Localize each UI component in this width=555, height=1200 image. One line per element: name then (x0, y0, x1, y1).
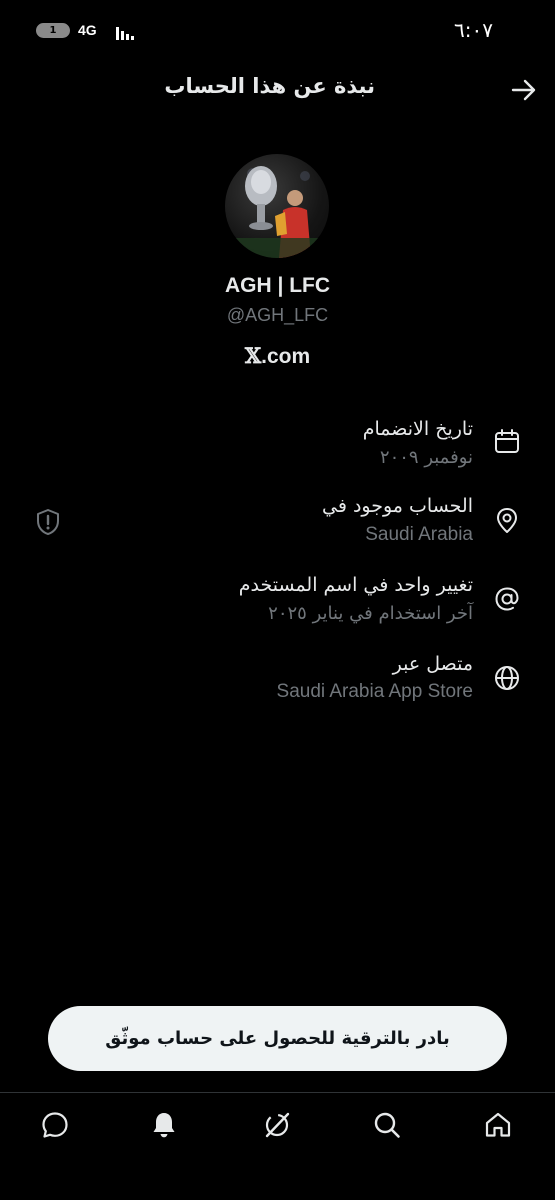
avatar-photo (225, 166, 329, 258)
avatar[interactable] (225, 154, 329, 258)
battery-level: 1 (49, 25, 57, 36)
upgrade-verified-button[interactable]: بادر بالترقية للحصول على حساب موثّق (48, 1006, 507, 1071)
connected-via-title: متصل عبر (392, 653, 473, 675)
home-icon[interactable] (483, 1110, 513, 1140)
arrow-right-icon[interactable] (510, 78, 538, 102)
joined-value: نوفمبر ٢٠٠٩ (379, 447, 473, 468)
location-value: Saudi Arabia (365, 524, 473, 545)
username: @AGH_LFC (226, 305, 329, 325)
search-icon[interactable] (372, 1110, 402, 1140)
signal-icon (116, 27, 134, 40)
battery-icon: 1 (36, 23, 70, 38)
status-bar: 1 4G ٦:٠٧ (0, 0, 555, 64)
x-logo-icon: 𝕏 (244, 343, 262, 368)
connected-via-value: Saudi Arabia App Store (276, 681, 473, 702)
location-title: الحساب موجود في (322, 495, 473, 517)
network-type: 4G (78, 22, 97, 38)
upgrade-label: بادر بالترقية للحصول على حساب موثّق (105, 1028, 450, 1049)
site-link[interactable]: 𝕏.com (0, 343, 555, 369)
globe-icon (495, 666, 519, 690)
location-pin-icon (497, 508, 517, 533)
username-changes-value: آخر استخدام في يناير ٢٠٢٥ (268, 603, 473, 624)
nav-divider (0, 1092, 555, 1093)
clock: ٦:٠٧ (454, 18, 493, 42)
username-changes-title: تغيير واحد في اسم المستخدم (238, 574, 473, 596)
messages-icon[interactable] (40, 1110, 70, 1140)
joined-title: تاريخ الانضمام (362, 418, 473, 440)
grok-icon[interactable] (262, 1110, 292, 1140)
site-domain: .com (261, 345, 311, 368)
page-title: نبذة عن هذا الحساب (164, 74, 375, 98)
notifications-icon[interactable] (149, 1110, 179, 1140)
display-name: AGH | LFC (224, 274, 331, 297)
shield-alert-icon[interactable] (36, 508, 60, 536)
calendar-icon (495, 429, 519, 453)
at-sign-icon (495, 587, 519, 611)
